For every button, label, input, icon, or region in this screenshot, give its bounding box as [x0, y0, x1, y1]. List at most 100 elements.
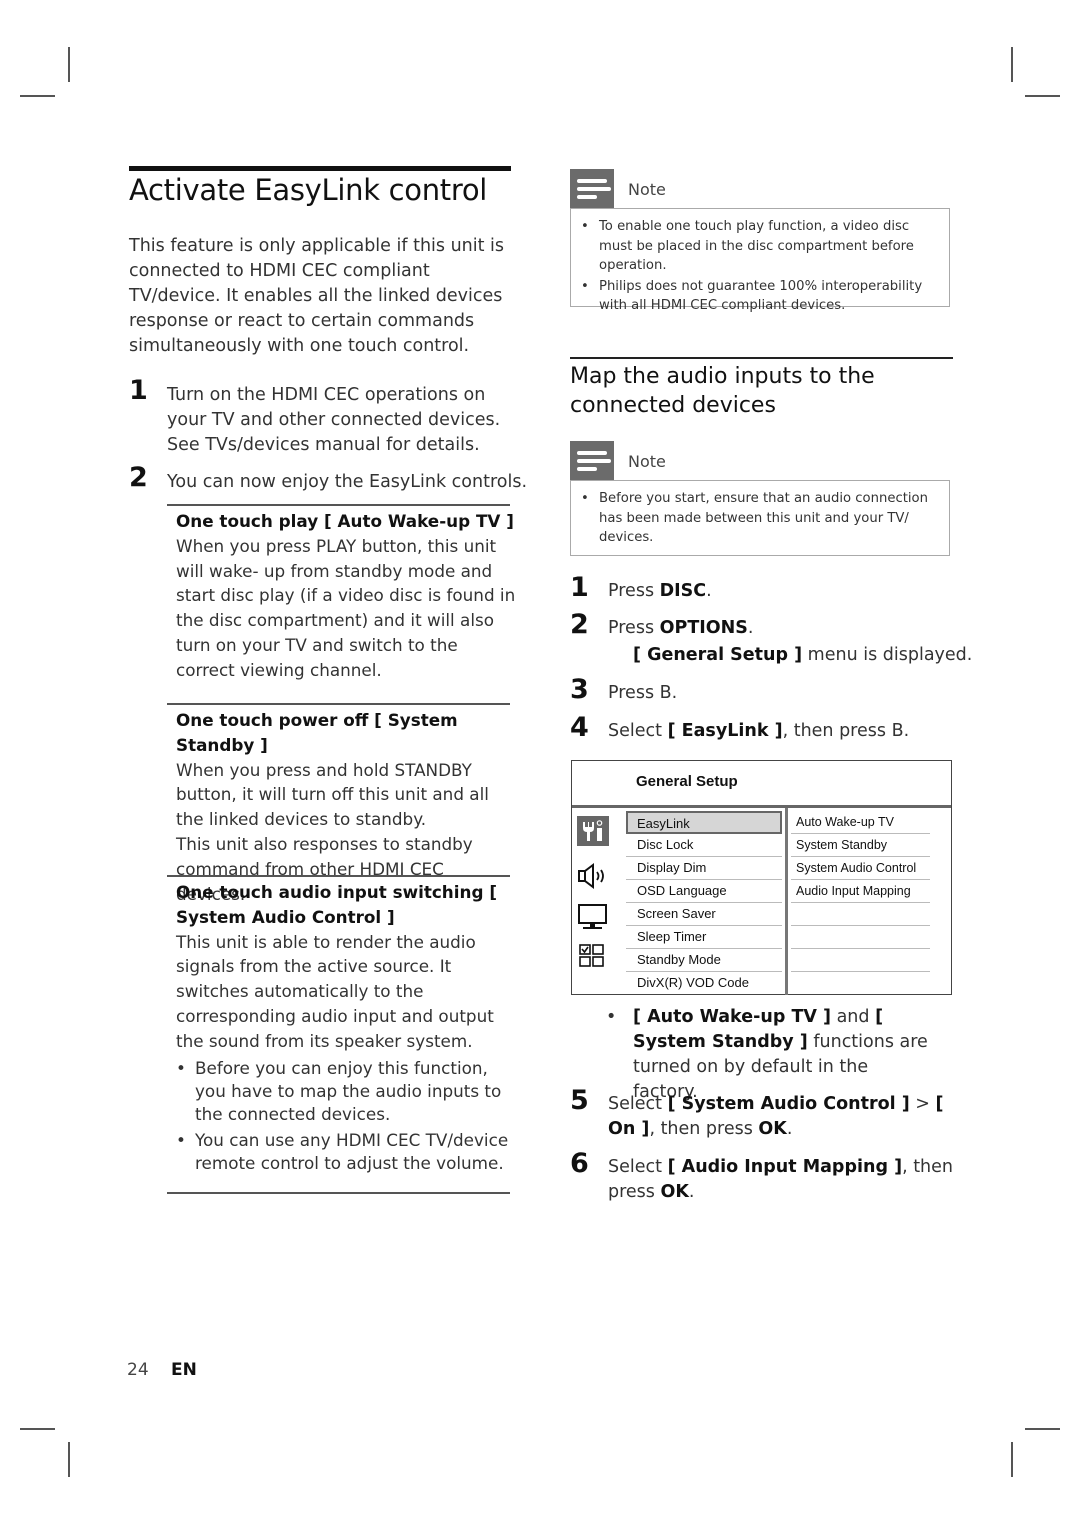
step-number: 1: [570, 572, 589, 603]
key-label: OPTIONS: [659, 618, 748, 638]
text: , then press: [649, 1119, 759, 1139]
menu-divider: [572, 805, 951, 808]
section-body: When you press and hold STANDBY button, …: [176, 759, 489, 830]
menu-item[interactable]: EasyLink: [626, 811, 782, 834]
step-text: Select [ System Audio Control ] > [ On ]…: [608, 1092, 953, 1142]
speaker-icon: [578, 863, 604, 889]
text: >: [909, 1094, 936, 1114]
step-number: 1: [129, 375, 148, 406]
text: Select: [608, 1157, 668, 1177]
menu-column-divider: [785, 808, 788, 995]
section-divider: [167, 875, 510, 877]
language-code: EN: [171, 1360, 197, 1380]
submenu-empty-row: [791, 949, 930, 972]
note-box: To enable one touch play function, a vid…: [570, 208, 950, 313]
note-bullet: To enable one touch play function, a vid…: [581, 217, 941, 276]
submenu-item[interactable]: Audio Input Mapping: [791, 880, 930, 903]
text: Select: [608, 721, 668, 741]
step-number: 2: [129, 462, 148, 493]
submenu-item[interactable]: System Standby: [791, 834, 930, 857]
text: .: [688, 1182, 695, 1202]
step-number: 5: [570, 1085, 589, 1116]
menu-name: [ General Setup ]: [633, 645, 803, 665]
menu-item[interactable]: Sleep Timer: [626, 926, 782, 949]
step-number: 6: [570, 1148, 589, 1179]
step-text: Press DISC.: [608, 579, 953, 604]
preferences-grid-icon: [579, 944, 604, 967]
section-divider: [167, 504, 510, 506]
crop-mark: [1025, 1428, 1060, 1430]
text: Press: [608, 581, 660, 601]
note-label: Note: [628, 452, 666, 471]
menu-item[interactable]: OSD Language: [626, 880, 782, 903]
bullet-text: [ Auto Wake-up TV ] and [ System Standby…: [633, 1005, 933, 1105]
section-title: One touch power off [ System Standby ]: [176, 710, 458, 755]
crop-mark: [1025, 95, 1060, 97]
bullet-item: You can use any HDMI CEC TV/device remot…: [176, 1129, 516, 1175]
step-text: Turn on the HDMI CEC operations on your …: [167, 385, 501, 455]
submenu-item[interactable]: System Audio Control: [791, 857, 930, 880]
section-divider: [167, 1192, 510, 1194]
step-2: 2 You can now enjoy the EasyLink control…: [129, 464, 528, 495]
step-1: 1 Turn on the HDMI CEC operations on you…: [129, 377, 514, 458]
key-label: OK: [660, 1182, 689, 1202]
title-rule: [129, 166, 511, 171]
intro-paragraph: This feature is only applicable if this …: [129, 236, 505, 356]
heading-rule: [570, 357, 953, 359]
option-name: [ Audio Input Mapping ]: [667, 1157, 903, 1177]
note-header: Note: [570, 441, 952, 481]
menu-item-name: [ EasyLink ]: [667, 721, 783, 741]
step-text: Press OPTIONS.: [608, 616, 953, 641]
monitor-icon: [578, 904, 607, 929]
crop-mark: [68, 47, 70, 82]
step-text: Select [ Audio Input Mapping ], then pre…: [608, 1155, 953, 1205]
step-text: You can now enjoy the EasyLink controls.: [167, 472, 528, 492]
step-number: 4: [570, 712, 589, 743]
note-icon: [570, 441, 614, 481]
note-label: Note: [628, 180, 666, 199]
step-result: [ General Setup ] menu is displayed.: [633, 643, 978, 668]
crop-mark: [20, 95, 55, 97]
section-heading: Map the audio inputs to the connected de…: [570, 364, 875, 418]
step-text: Press B.: [608, 681, 953, 706]
text: .: [671, 683, 678, 703]
text: .: [706, 581, 712, 601]
menu-title: General Setup: [636, 773, 738, 790]
menu-item[interactable]: Standby Mode: [626, 949, 782, 972]
bullet-item: Before you can enjoy this function, you …: [176, 1057, 516, 1126]
note-box: Before you start, ensure that an audio c…: [570, 480, 950, 556]
text: .: [786, 1119, 793, 1139]
text: menu is displayed.: [802, 645, 973, 665]
key-label: B: [891, 721, 904, 741]
menu-item[interactable]: Screen Saver: [626, 903, 782, 926]
step-number: 2: [570, 609, 589, 640]
note-icon: [570, 169, 614, 209]
submenu-item[interactable]: Auto Wake-up TV: [791, 811, 930, 834]
crop-mark: [68, 1442, 70, 1477]
section-title: One touch audio input switching [ System…: [176, 882, 497, 927]
step-text: Select [ EasyLink ], then press B.: [608, 719, 953, 744]
key-label: DISC: [659, 581, 707, 601]
option-name: [ Auto Wake-up TV ]: [633, 1007, 832, 1027]
page-number: 24: [127, 1360, 149, 1380]
menu-item[interactable]: Display Dim: [626, 857, 782, 880]
text: .: [903, 721, 910, 741]
text: Select: [608, 1094, 668, 1114]
menu-item[interactable]: Disc Lock: [626, 834, 782, 857]
text: , then press: [782, 721, 892, 741]
section-divider: [167, 703, 510, 705]
text: .: [747, 618, 754, 638]
note-header: Note: [570, 169, 952, 209]
key-label: B: [659, 683, 672, 703]
crop-mark: [20, 1428, 55, 1430]
note-bullet: Philips does not guarantee 100% interope…: [581, 277, 941, 316]
section-body: When you press PLAY button, this unit wi…: [176, 535, 516, 680]
section-body: This unit is able to render the audio si…: [176, 931, 494, 1051]
general-setup-menu: General Setup EasyLink Disc Lock Display D…: [571, 760, 952, 995]
text: and: [831, 1007, 876, 1027]
submenu-empty-row: [791, 926, 930, 949]
note-bullet: Before you start, ensure that an audio c…: [581, 489, 941, 548]
settings-tools-icon: [577, 816, 609, 846]
crop-mark: [1011, 47, 1013, 82]
menu-item[interactable]: DivX(R) VOD Code: [626, 972, 782, 995]
